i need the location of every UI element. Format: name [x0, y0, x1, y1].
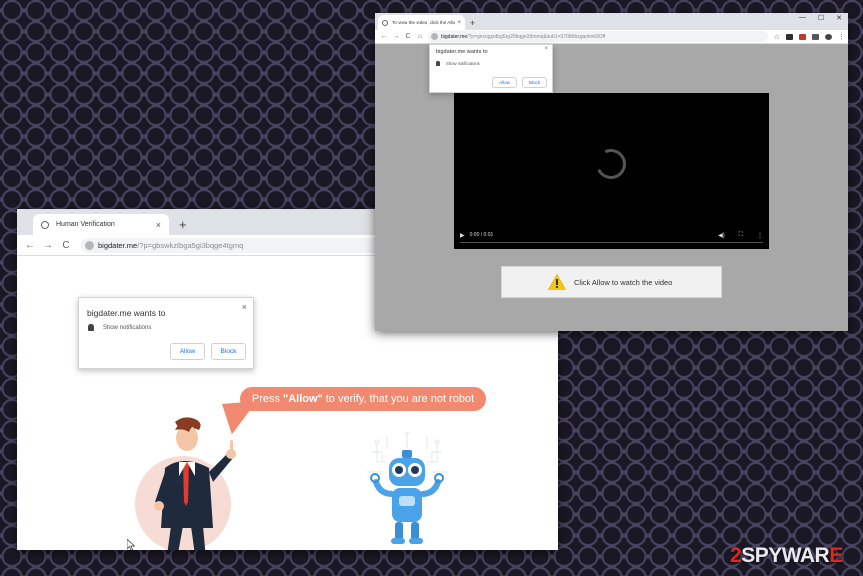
- prompt-buttons: Allow Block: [170, 343, 246, 360]
- page-content: bigdater.me wants to × Show notification…: [375, 44, 848, 331]
- url-path: /?p=gmzqgzdbg5rg20bqge2dmmq&sub1=3708dbz…: [467, 33, 606, 40]
- site-info-icon[interactable]: [85, 240, 94, 250]
- close-window-button[interactable]: ✕: [836, 14, 842, 22]
- prompt-title: bigdater.me wants to: [87, 308, 166, 318]
- allow-to-watch-banner[interactable]: Click Allow to watch the video: [501, 266, 722, 298]
- video-player[interactable]: ▶ 0:00 / 0:01 ◀) ⛶ ⋮: [454, 93, 769, 249]
- url-host: bigdater.me: [98, 240, 138, 250]
- forward-button[interactable]: →: [39, 240, 57, 251]
- bubble-prefix: Press: [251, 393, 280, 405]
- fullscreen-icon[interactable]: ⛶: [739, 232, 743, 239]
- watermark-digit: 2: [730, 544, 742, 567]
- browser-toolbar: ← → C ⌂ bigdater.me /?p=gmzqgzdbg5rg20bq…: [375, 30, 848, 44]
- loading-spinner-icon: [591, 144, 631, 184]
- new-tab-button[interactable]: +: [470, 18, 475, 28]
- tab-video[interactable]: To view the video, click the Allo ×: [378, 15, 465, 30]
- new-tab-button[interactable]: +: [179, 217, 187, 232]
- close-tab-icon[interactable]: ×: [457, 20, 461, 26]
- play-button[interactable]: ▶: [460, 232, 465, 239]
- url-host: bigdater.me: [441, 33, 468, 40]
- account-icon[interactable]: [825, 33, 832, 40]
- home-button[interactable]: ⌂: [414, 33, 426, 40]
- close-tab-icon[interactable]: ×: [156, 220, 161, 230]
- menu-icon[interactable]: ⋮: [838, 33, 845, 41]
- block-button[interactable]: Block: [211, 343, 246, 360]
- extension-area: ☆ ⋮: [774, 33, 845, 41]
- window-controls: — ☐ ✕: [799, 14, 842, 22]
- globe-icon: [41, 220, 49, 229]
- speech-bubble: Press "Allow" to verify, that you are no…: [240, 387, 486, 411]
- tab-title: To view the video, click the Allo: [392, 20, 456, 25]
- bookmark-star-icon[interactable]: ☆: [774, 33, 780, 41]
- watermark-logo: 2SPYWARE: [730, 544, 843, 568]
- reload-button[interactable]: C: [402, 33, 414, 40]
- video-time: 0:00 / 0:01: [469, 232, 494, 238]
- video-progress-bar[interactable]: [460, 242, 763, 243]
- close-prompt-icon[interactable]: ×: [544, 46, 548, 52]
- bubble-highlight: "Allow": [282, 393, 323, 405]
- prompt-permission-row: Show notifications: [436, 61, 480, 66]
- prompt-permission-label: Show notifications: [103, 324, 152, 331]
- extension-icon[interactable]: [799, 33, 806, 40]
- tab-title: Human Verification: [56, 221, 115, 228]
- video-more-icon[interactable]: ⋮: [757, 232, 763, 239]
- url-path: /?p=gbswkztbga5gi3bqge4tgmq: [137, 240, 244, 250]
- cta-text: Click Allow to watch the video: [574, 277, 673, 287]
- prompt-title: bigdater.me wants to: [436, 49, 488, 55]
- tab-human-verification[interactable]: Human Verification ×: [33, 214, 169, 235]
- extension-icon[interactable]: [812, 33, 819, 40]
- bell-icon: [436, 61, 440, 66]
- video-right-controls: ◀) ⛶ ⋮: [718, 232, 763, 239]
- close-prompt-icon[interactable]: ×: [242, 302, 247, 312]
- back-button[interactable]: ←: [21, 240, 39, 251]
- volume-icon[interactable]: ◀): [718, 232, 725, 239]
- globe-icon: [382, 19, 388, 26]
- maximize-button[interactable]: ☐: [818, 14, 824, 22]
- browser-window-video: To view the video, click the Allo × + — …: [375, 13, 848, 331]
- allow-button[interactable]: Allow: [170, 343, 205, 360]
- prompt-buttons: Allow Block: [492, 77, 547, 88]
- mouse-cursor-icon: [127, 539, 135, 550]
- businessman-illustration: [135, 417, 236, 550]
- robot-illustration: [367, 432, 447, 544]
- back-button[interactable]: ←: [378, 33, 390, 40]
- minimize-button[interactable]: —: [799, 14, 806, 22]
- bubble-suffix: to verify, that you are not robot: [325, 393, 475, 405]
- watermark-suffix: E: [829, 544, 843, 567]
- block-button[interactable]: Block: [522, 77, 547, 88]
- extension-icon[interactable]: [786, 33, 793, 40]
- notification-permission-prompt: bigdater.me wants to × Show notification…: [429, 44, 553, 93]
- allow-button[interactable]: Allow: [492, 77, 517, 88]
- notification-permission-prompt: bigdater.me wants to × Show notification…: [78, 297, 254, 369]
- prompt-permission-row: Show notifications: [88, 324, 151, 331]
- watermark-text: SPYWAR: [741, 544, 830, 567]
- reload-button[interactable]: C: [57, 240, 75, 251]
- forward-button[interactable]: →: [390, 33, 402, 40]
- bell-icon: [88, 324, 94, 331]
- video-controls: ▶ 0:00 / 0:01 ◀) ⛶ ⋮: [460, 229, 763, 241]
- prompt-permission-label: Show notifications: [446, 61, 480, 66]
- tab-strip: To view the video, click the Allo × + — …: [375, 13, 848, 30]
- site-info-icon[interactable]: [431, 33, 438, 40]
- warning-icon: [548, 274, 566, 290]
- address-bar[interactable]: bigdater.me /?p=gmzqgzdbg5rg20bqge2dmmq&…: [428, 31, 768, 42]
